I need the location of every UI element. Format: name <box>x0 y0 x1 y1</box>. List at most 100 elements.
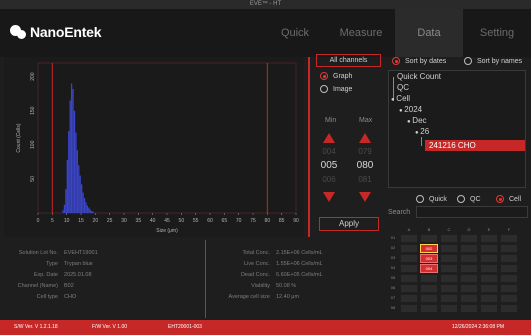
plate-well[interactable] <box>460 294 478 303</box>
plate-well[interactable] <box>460 304 478 313</box>
solution-info-value: CHO <box>64 294 77 300</box>
plate-well[interactable] <box>500 304 518 313</box>
result-info-label: Average cell size <box>228 294 270 300</box>
max-increase-icon[interactable] <box>359 133 371 143</box>
tab-quick[interactable]: Quick <box>263 9 327 57</box>
plate-well[interactable] <box>480 284 498 293</box>
x-tick-label: 20 <box>93 218 99 224</box>
solution-info-value: 2025.01.08 <box>64 272 92 278</box>
plate-well[interactable] <box>460 284 478 293</box>
tree-node-qc[interactable]: QC <box>397 83 409 92</box>
plate-well[interactable] <box>460 234 478 243</box>
x-tick-label: 65 <box>222 218 228 224</box>
result-info-label: Live Conc. <box>244 261 270 267</box>
plate-well[interactable] <box>460 274 478 283</box>
histogram-bar <box>68 131 70 213</box>
device-id: EHT20001-003 <box>168 324 202 330</box>
plate-well[interactable] <box>400 274 418 283</box>
all-channels-button[interactable]: All channels <box>316 54 381 67</box>
tab-measure[interactable]: Measure <box>327 9 395 57</box>
solution-info-label: Channel (Name) <box>17 283 58 289</box>
sort-by-names-radio[interactable]: Sort by names <box>464 57 522 65</box>
tree-node-month[interactable]: ● Dec <box>407 116 427 125</box>
filter-qc-radio[interactable]: QC <box>457 195 481 203</box>
plate-well[interactable] <box>500 234 518 243</box>
image-radio[interactable]: Image <box>320 85 352 93</box>
plate-well[interactable] <box>400 264 418 273</box>
plate-well[interactable] <box>440 244 458 253</box>
plate-well[interactable] <box>460 254 478 263</box>
tab-setting[interactable]: Setting <box>463 9 531 57</box>
plate-well[interactable] <box>480 304 498 313</box>
x-tick-label: 70 <box>236 218 242 224</box>
plate-well[interactable] <box>480 274 498 283</box>
graph-radio[interactable]: Graph <box>320 72 352 80</box>
plate-well[interactable] <box>440 264 458 273</box>
search-label: Search <box>388 209 411 216</box>
tree-node-cell-label: Cell <box>396 94 411 103</box>
plate-well[interactable] <box>480 244 498 253</box>
search-input[interactable] <box>416 206 528 218</box>
plate-well[interactable] <box>440 294 458 303</box>
plate-well[interactable] <box>500 284 518 293</box>
filter-quick-radio[interactable]: Quick <box>416 195 447 203</box>
plate-well[interactable] <box>440 234 458 243</box>
tree-node-selected[interactable]: 241216 CHO <box>425 140 525 151</box>
plate-well[interactable] <box>500 254 518 263</box>
plate-well[interactable] <box>460 264 478 273</box>
filter-cell-radio[interactable]: Cell <box>496 195 521 203</box>
plate-well[interactable] <box>420 234 438 243</box>
plate-well[interactable] <box>420 284 438 293</box>
tree-node-day[interactable]: ● 26 <box>415 127 429 136</box>
tree-node-year[interactable]: ● 2024 <box>399 105 422 114</box>
plate-well[interactable] <box>460 244 478 253</box>
plate-well[interactable] <box>480 234 498 243</box>
histogram-bar <box>83 198 86 213</box>
sort-by-names-label: Sort by names <box>477 57 523 65</box>
plate-well[interactable] <box>420 294 438 303</box>
max-decrease-icon[interactable] <box>359 192 371 202</box>
plate-well[interactable] <box>500 244 518 253</box>
plate-well[interactable] <box>400 254 418 263</box>
min-next-value: 006 <box>322 175 336 184</box>
x-axis-label: Size (μm) <box>156 228 178 234</box>
apply-button[interactable]: Apply <box>319 217 379 231</box>
plate-well[interactable] <box>500 274 518 283</box>
plate-well[interactable] <box>480 254 498 263</box>
histogram-bar <box>91 210 93 213</box>
plate-well[interactable] <box>480 294 498 303</box>
x-tick-label: 40 <box>150 218 156 224</box>
tab-data[interactable]: Data <box>395 9 463 57</box>
plate-well[interactable] <box>480 264 498 273</box>
plate-well[interactable] <box>440 254 458 263</box>
plate-well[interactable] <box>400 284 418 293</box>
panel-divider <box>308 57 310 237</box>
tree-node-quick-count[interactable]: Quick Count <box>397 72 441 81</box>
x-tick-label: 5 <box>51 218 54 224</box>
plate-well[interactable] <box>400 294 418 303</box>
plate-well[interactable] <box>400 244 418 253</box>
plate-column-header: E <box>487 227 491 232</box>
tree-node-cell[interactable]: ● Cell <box>391 94 410 103</box>
sort-by-dates-radio[interactable]: Sort by dates <box>392 57 446 65</box>
x-tick-label: 50 <box>179 218 185 224</box>
plate-well[interactable] <box>420 274 438 283</box>
plate-well[interactable] <box>400 304 418 313</box>
plate-well[interactable] <box>420 304 438 313</box>
plate-well[interactable] <box>500 294 518 303</box>
plate-well[interactable] <box>400 234 418 243</box>
plate-well[interactable] <box>440 304 458 313</box>
histogram-bar <box>62 210 64 213</box>
min-decrease-icon[interactable] <box>323 192 335 202</box>
plate-well[interactable]: 003 <box>420 254 438 263</box>
plate-well[interactable]: 004 <box>420 264 438 273</box>
plate-well[interactable] <box>440 274 458 283</box>
sort-options: Sort by dates Sort by names <box>388 55 528 67</box>
plate-well[interactable]: 002 <box>420 244 438 253</box>
plate-well[interactable] <box>440 284 458 293</box>
plate-row-header: 01 <box>390 235 396 240</box>
x-tick-label: 25 <box>107 218 113 224</box>
plate-well[interactable] <box>500 264 518 273</box>
histogram-panel: 0 5 10 15 20 25 30 35 40 45 50 55 60 65 70 75 80 85 90 50 10… <box>4 57 304 237</box>
min-increase-icon[interactable] <box>323 133 335 143</box>
